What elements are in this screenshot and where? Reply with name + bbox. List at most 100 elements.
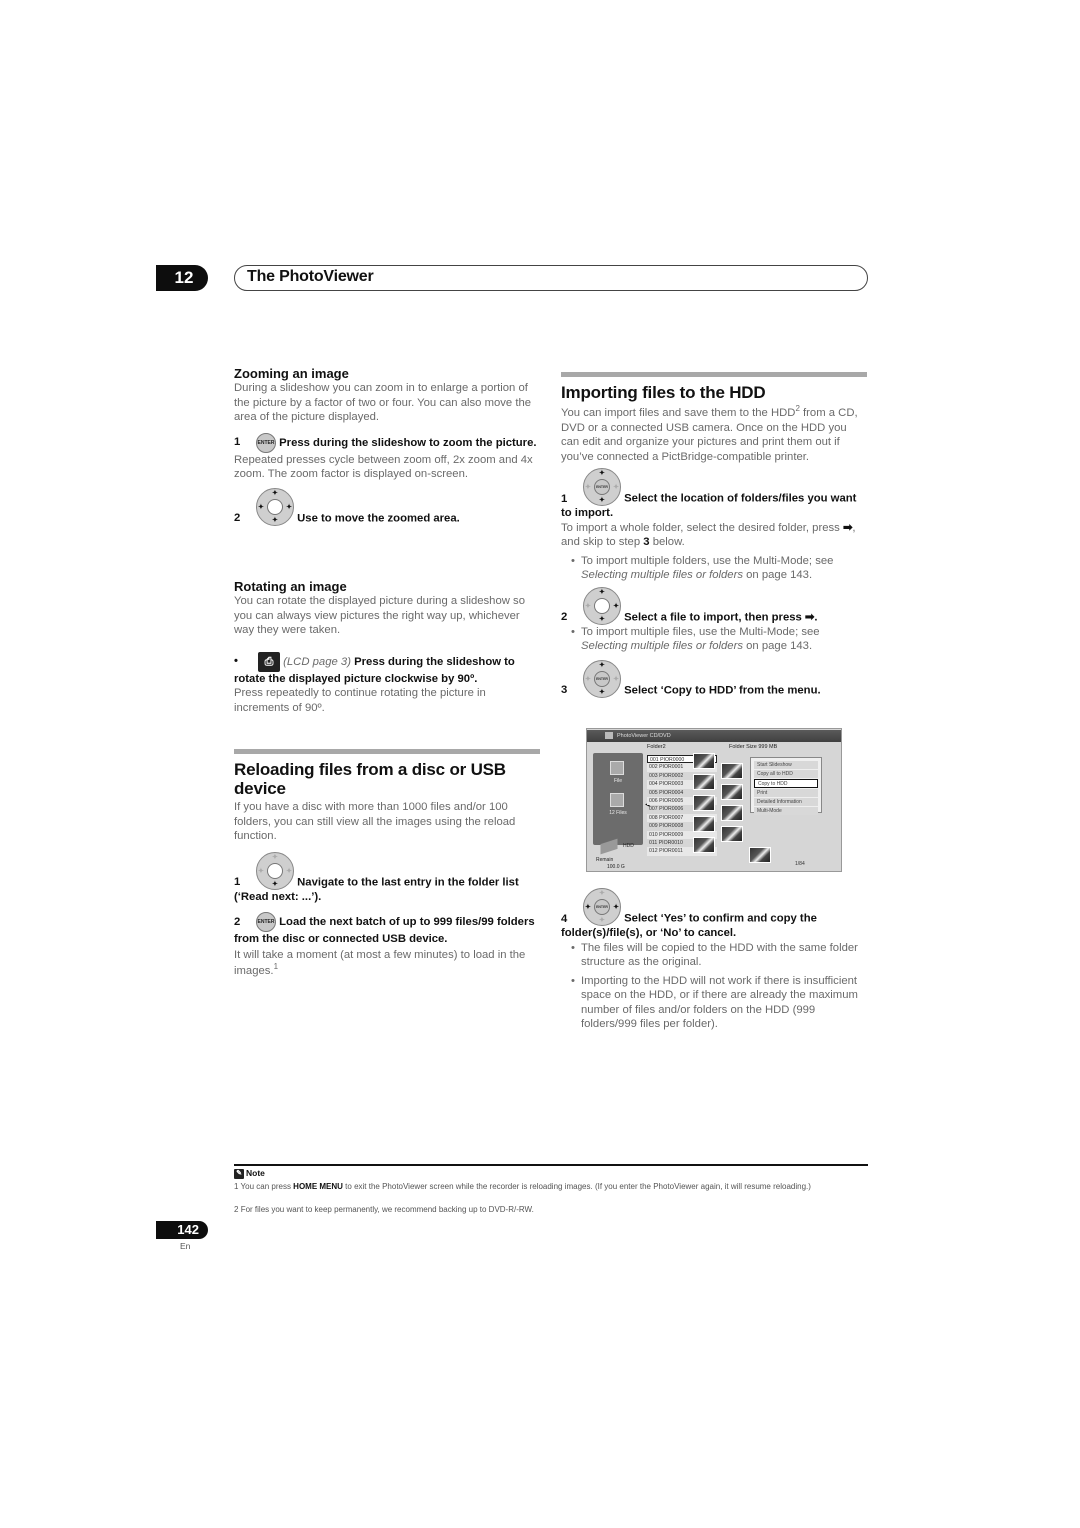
section-importing-continued: 4 ✦ ✦ ✦ ✦ ENTER Select ‘Yes’ to confirm and c… <box>561 888 867 1032</box>
step-number: 1 <box>234 876 241 888</box>
import-step-3: 3 ✦ ✦ ✦ ✦ ENTER Select ‘Copy to HDD’ from the… <box>561 659 867 698</box>
import-step-1-bullet: To import multiple folders, use the Mult… <box>561 554 867 583</box>
menu-item-copy-all-to-hdd[interactable]: Copy all to HDD <box>754 770 818 779</box>
menu-item-print[interactable]: Print <box>754 788 818 797</box>
import-step-2: 2 ✦ ✦ ✦ ✦ Select a file to import, then pres… <box>561 586 867 625</box>
right-arrow-icon: ➡ <box>842 521 853 534</box>
files-grid-icon <box>610 793 624 807</box>
footnote-number: 2 <box>234 1205 239 1214</box>
menu-item-detailed-information[interactable]: Detailed Information <box>754 797 818 806</box>
screen-context-menu: Start Slideshow Copy all to HDD Copy to … <box>750 757 822 816</box>
photo-thumbnail <box>693 795 715 811</box>
import-step-1-desc: To import a whole folder, select the des… <box>561 521 867 550</box>
step-number: 2 <box>234 512 241 524</box>
step-number: 1 <box>234 436 241 449</box>
page-number: 142 <box>156 1221 208 1239</box>
page-language: En <box>180 1241 191 1251</box>
heading-importing: Importing files to the HDD <box>561 383 766 402</box>
step-text: Use to move the zoomed area. <box>297 512 460 524</box>
section-zooming: Zooming an image During a slideshow you … <box>234 366 540 526</box>
reload-step-2-desc: It will take a moment (at most a few min… <box>234 947 540 979</box>
step-number: 2 <box>234 915 241 928</box>
chapter-header: The PhotoViewer <box>234 265 868 291</box>
screen-hdd-label: HDD <box>623 843 634 849</box>
step-text: Select a file to import, then press ➡. <box>624 611 818 623</box>
heading-rotating: Rotating an image <box>234 579 347 594</box>
screen-folder-size: Folder Size 999 MB <box>729 744 778 750</box>
menu-item-multi-mode[interactable]: Multi-Mode <box>754 806 818 816</box>
screen-file-label: File <box>613 778 623 784</box>
desc-text: below. <box>649 536 685 548</box>
enter-button-icon: ENTER <box>256 912 276 932</box>
chapter-title: The PhotoViewer <box>247 268 374 285</box>
bullet-text: To import multiple files, use the Multi-… <box>581 625 820 638</box>
notes-header-text: Note <box>246 1168 265 1178</box>
import-step-4: 4 ✦ ✦ ✦ ✦ ENTER Select ‘Yes’ to confirm and c… <box>561 888 867 941</box>
heading-zooming: Zooming an image <box>234 366 349 381</box>
bullet-text: on page 143. <box>743 569 813 581</box>
screen-folder-name: Folder2 <box>647 744 666 750</box>
screen-remain-value: 100.0 G <box>607 864 625 870</box>
step-text: Press during the slideshow to zoom the p… <box>279 436 537 449</box>
lcd-page-ref: (LCD page 3) <box>283 655 351 668</box>
rotating-intro: You can rotate the displayed picture dur… <box>234 595 525 636</box>
intro-text: You can import files and save them to th… <box>561 407 796 419</box>
screen-title: PhotoViewer CD/DVD <box>587 730 841 742</box>
zoom-step-1-desc: Repeated presses cycle between zoom off,… <box>234 453 533 481</box>
section-importing: Importing files to the HDD You can impor… <box>561 383 867 698</box>
reloading-intro: If you have a disc with more than 1000 f… <box>234 801 516 842</box>
photo-thumbnail <box>693 753 715 769</box>
pencil-note-icon: ✎ <box>234 1168 244 1179</box>
reload-step-1: 1 ✦ ✦ ✦ ✦ Navigate to the last entry in the … <box>234 851 540 905</box>
menu-item-start-slideshow[interactable]: Start Slideshow <box>754 761 818 770</box>
reload-step-2: 2 ENTER Load the next batch of up to 999 … <box>234 912 540 947</box>
step-text: Select ‘Copy to HDD’ from the menu. <box>624 684 821 696</box>
heading-reloading: Reloading files from a disc or USB devic… <box>234 760 506 798</box>
zoom-step-2: 2 ✦ ✦ ✦ ✦ Use to move the zoomed area. <box>234 487 540 526</box>
screen-remain-label: Remain <box>596 857 614 863</box>
cross-reference-link[interactable]: Selecting multiple files or folders <box>581 569 743 581</box>
import-step-4-bullet: The files will be copied to the HDD with… <box>561 941 867 970</box>
cross-reference-link[interactable]: Selecting multiple files or folders <box>581 640 743 652</box>
photo-thumbnail <box>721 784 743 800</box>
step-number: 3 <box>561 684 568 696</box>
direction-pad-enter-icon: ✦ ✦ ✦ ✦ ENTER <box>583 659 621 698</box>
section-rotating: Rotating an image You can rotate the dis… <box>234 579 540 715</box>
importing-intro: You can import files and save them to th… <box>561 405 867 464</box>
section-rule <box>561 372 867 377</box>
photo-thumbnail <box>693 837 715 853</box>
enter-button-icon: ENTER <box>256 432 276 453</box>
step-number: 2 <box>561 611 568 623</box>
direction-pad-icon: ✦ ✦ ✦ ✦ <box>583 586 621 625</box>
footnote-text: For files you want to keep permanently, … <box>240 1205 534 1214</box>
footnote-ref[interactable]: 1 <box>274 962 278 971</box>
photoviewer-screenshot: PhotoViewer CD/DVD Folder2 Folder Size 9… <box>586 728 842 872</box>
direction-pad-icon: ✦ ✦ ✦ ✦ <box>256 851 294 890</box>
step-text: Load the next batch of up to 999 files/9… <box>234 915 535 945</box>
direction-pad-enter-icon: ✦ ✦ ✦ ✦ ENTER <box>583 468 621 506</box>
photo-thumbnail <box>749 847 771 863</box>
step-number: 4 <box>561 912 568 925</box>
zooming-intro: During a slideshow you can zoom in to en… <box>234 382 532 423</box>
photo-thumbnail <box>693 774 715 790</box>
footnote-number: 1 <box>234 1182 239 1191</box>
footnote-text: to exit the PhotoViewer screen while the… <box>342 1182 811 1191</box>
desc-text: To import a whole folder, select the des… <box>561 521 843 534</box>
import-step-2-bullet: To import multiple files, use the Multi-… <box>561 625 867 654</box>
photo-thumbnail <box>721 763 743 779</box>
notes-rule <box>234 1164 868 1166</box>
notes-header: ✎ Note <box>234 1168 265 1179</box>
screen-files-count: 12 Files <box>609 810 627 816</box>
bullet-text: on page 143. <box>743 640 813 652</box>
import-step-1: 1 ✦ ✦ ✦ ✦ ENTER Select the location of folder… <box>561 468 867 521</box>
photo-thumbnail <box>721 826 743 842</box>
section-rule <box>234 749 540 754</box>
photo-thumbnail <box>693 816 715 832</box>
bullet-text: To import multiple folders, use the Mult… <box>581 554 834 567</box>
menu-item-copy-to-hdd[interactable]: Copy to HDD <box>754 779 818 788</box>
rotate-camera-icon: ⎙ <box>258 651 280 672</box>
home-menu-label: HOME MENU <box>293 1182 343 1191</box>
import-step-4-bullet: Importing to the HDD will not work if th… <box>561 974 867 1032</box>
direction-pad-enter-icon: ✦ ✦ ✦ ✦ ENTER <box>583 888 621 926</box>
rotate-desc: Press repeatedly to continue rotating th… <box>234 687 486 714</box>
